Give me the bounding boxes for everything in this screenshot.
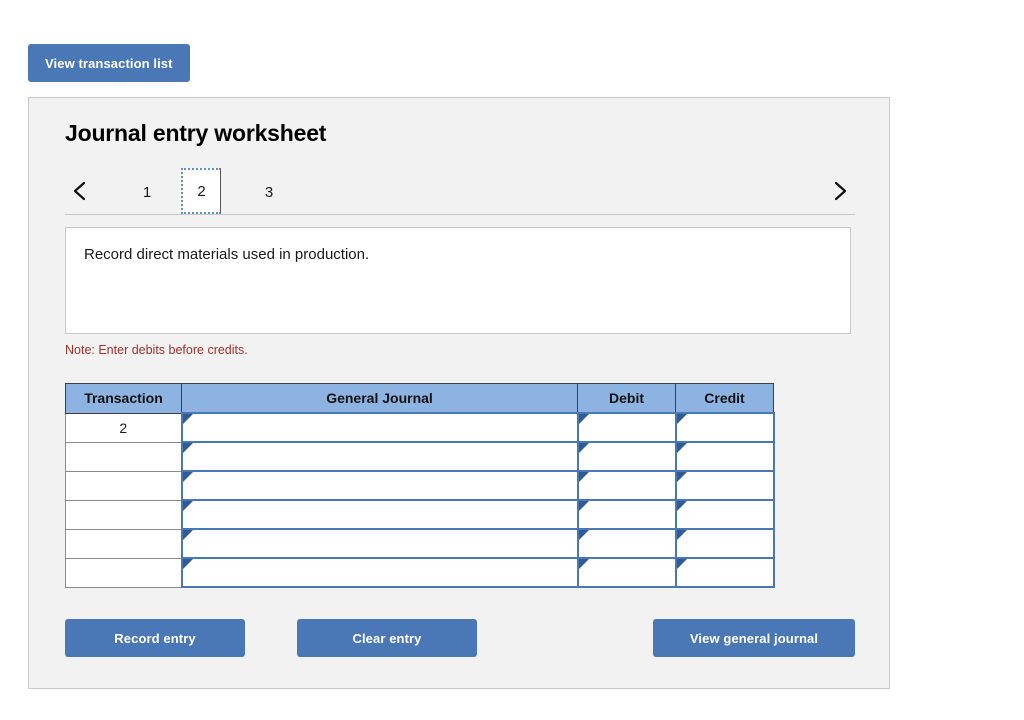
general-journal-input[interactable] [180,470,579,501]
dropdown-marker-icon [182,530,193,540]
debit-input[interactable] [576,412,677,443]
clear-entry-button[interactable]: Clear entry [297,619,477,657]
column-header-general-journal: General Journal [181,383,578,414]
prompt-box: Record direct materials used in producti… [65,227,851,334]
dropdown-marker-icon [182,414,193,424]
table-row [65,441,775,472]
transaction-cell: 2 [65,412,182,443]
pagination-page-3[interactable]: 3 [249,171,289,214]
dropdown-marker-icon [182,443,193,453]
transaction-cell [65,441,182,472]
table-row: 2 [65,412,775,443]
note-text: Note: Enter debits before credits. [65,343,248,357]
general-journal-input[interactable] [180,441,579,472]
dropdown-marker-icon [676,414,687,424]
dropdown-marker-icon [182,559,193,569]
record-entry-button[interactable]: Record entry [65,619,245,657]
table-header-row: Transaction General Journal Debit Credit [65,383,774,414]
dropdown-marker-icon [676,559,687,569]
debit-input[interactable] [576,557,677,588]
credit-input[interactable] [674,441,775,472]
table-row [65,499,775,530]
column-header-credit: Credit [675,383,774,414]
credit-input[interactable] [674,412,775,443]
column-header-transaction: Transaction [65,383,182,414]
debit-input[interactable] [576,499,677,530]
top-toolbar: View transaction list [28,44,190,82]
transaction-cell [65,528,182,559]
table-row [65,557,775,588]
dropdown-marker-icon [578,530,589,540]
chevron-right-icon [832,179,848,203]
dropdown-marker-icon [676,443,687,453]
dropdown-marker-icon [578,559,589,569]
credit-input[interactable] [674,470,775,501]
view-general-journal-button[interactable]: View general journal [653,619,855,657]
prompt-text: Record direct materials used in producti… [84,246,370,263]
transaction-cell [65,557,182,588]
pagination-page-1-label: 1 [142,184,152,201]
pagination-page-2[interactable]: 2 [181,168,221,214]
dropdown-marker-icon [676,530,687,540]
pagination-page-3-label: 3 [264,184,274,201]
debit-input[interactable] [576,528,677,559]
debit-input[interactable] [576,441,677,472]
table-row [65,528,775,559]
transaction-cell [65,470,182,501]
dropdown-marker-icon [182,501,193,511]
dropdown-marker-icon [676,472,687,482]
dropdown-marker-icon [578,443,589,453]
transaction-cell [65,499,182,530]
general-journal-input[interactable] [180,528,579,559]
general-journal-input[interactable] [180,557,579,588]
table-row [65,470,775,501]
view-transaction-list-button[interactable]: View transaction list [28,44,190,82]
pagination: 1 2 3 [65,168,855,214]
prev-page-button[interactable] [65,172,95,210]
pagination-page-2-label: 2 [197,182,206,200]
debit-input[interactable] [576,470,677,501]
pagination-page-1[interactable]: 1 [127,171,167,214]
journal-entry-panel: Journal entry worksheet 1 2 3 Record dir… [28,97,890,689]
journal-entry-table: Transaction General Journal Debit Credit… [65,383,775,588]
dropdown-marker-icon [578,501,589,511]
credit-input[interactable] [674,557,775,588]
pagination-underline [65,214,855,215]
credit-input[interactable] [674,499,775,530]
chevron-left-icon [72,179,88,203]
dropdown-marker-icon [578,472,589,482]
column-header-debit: Debit [577,383,676,414]
general-journal-input[interactable] [180,412,579,443]
page-title: Journal entry worksheet [65,120,327,146]
general-journal-input[interactable] [180,499,579,530]
next-page-button[interactable] [825,172,855,210]
credit-input[interactable] [674,528,775,559]
dropdown-marker-icon [182,472,193,482]
dropdown-marker-icon [676,501,687,511]
dropdown-marker-icon [578,414,589,424]
